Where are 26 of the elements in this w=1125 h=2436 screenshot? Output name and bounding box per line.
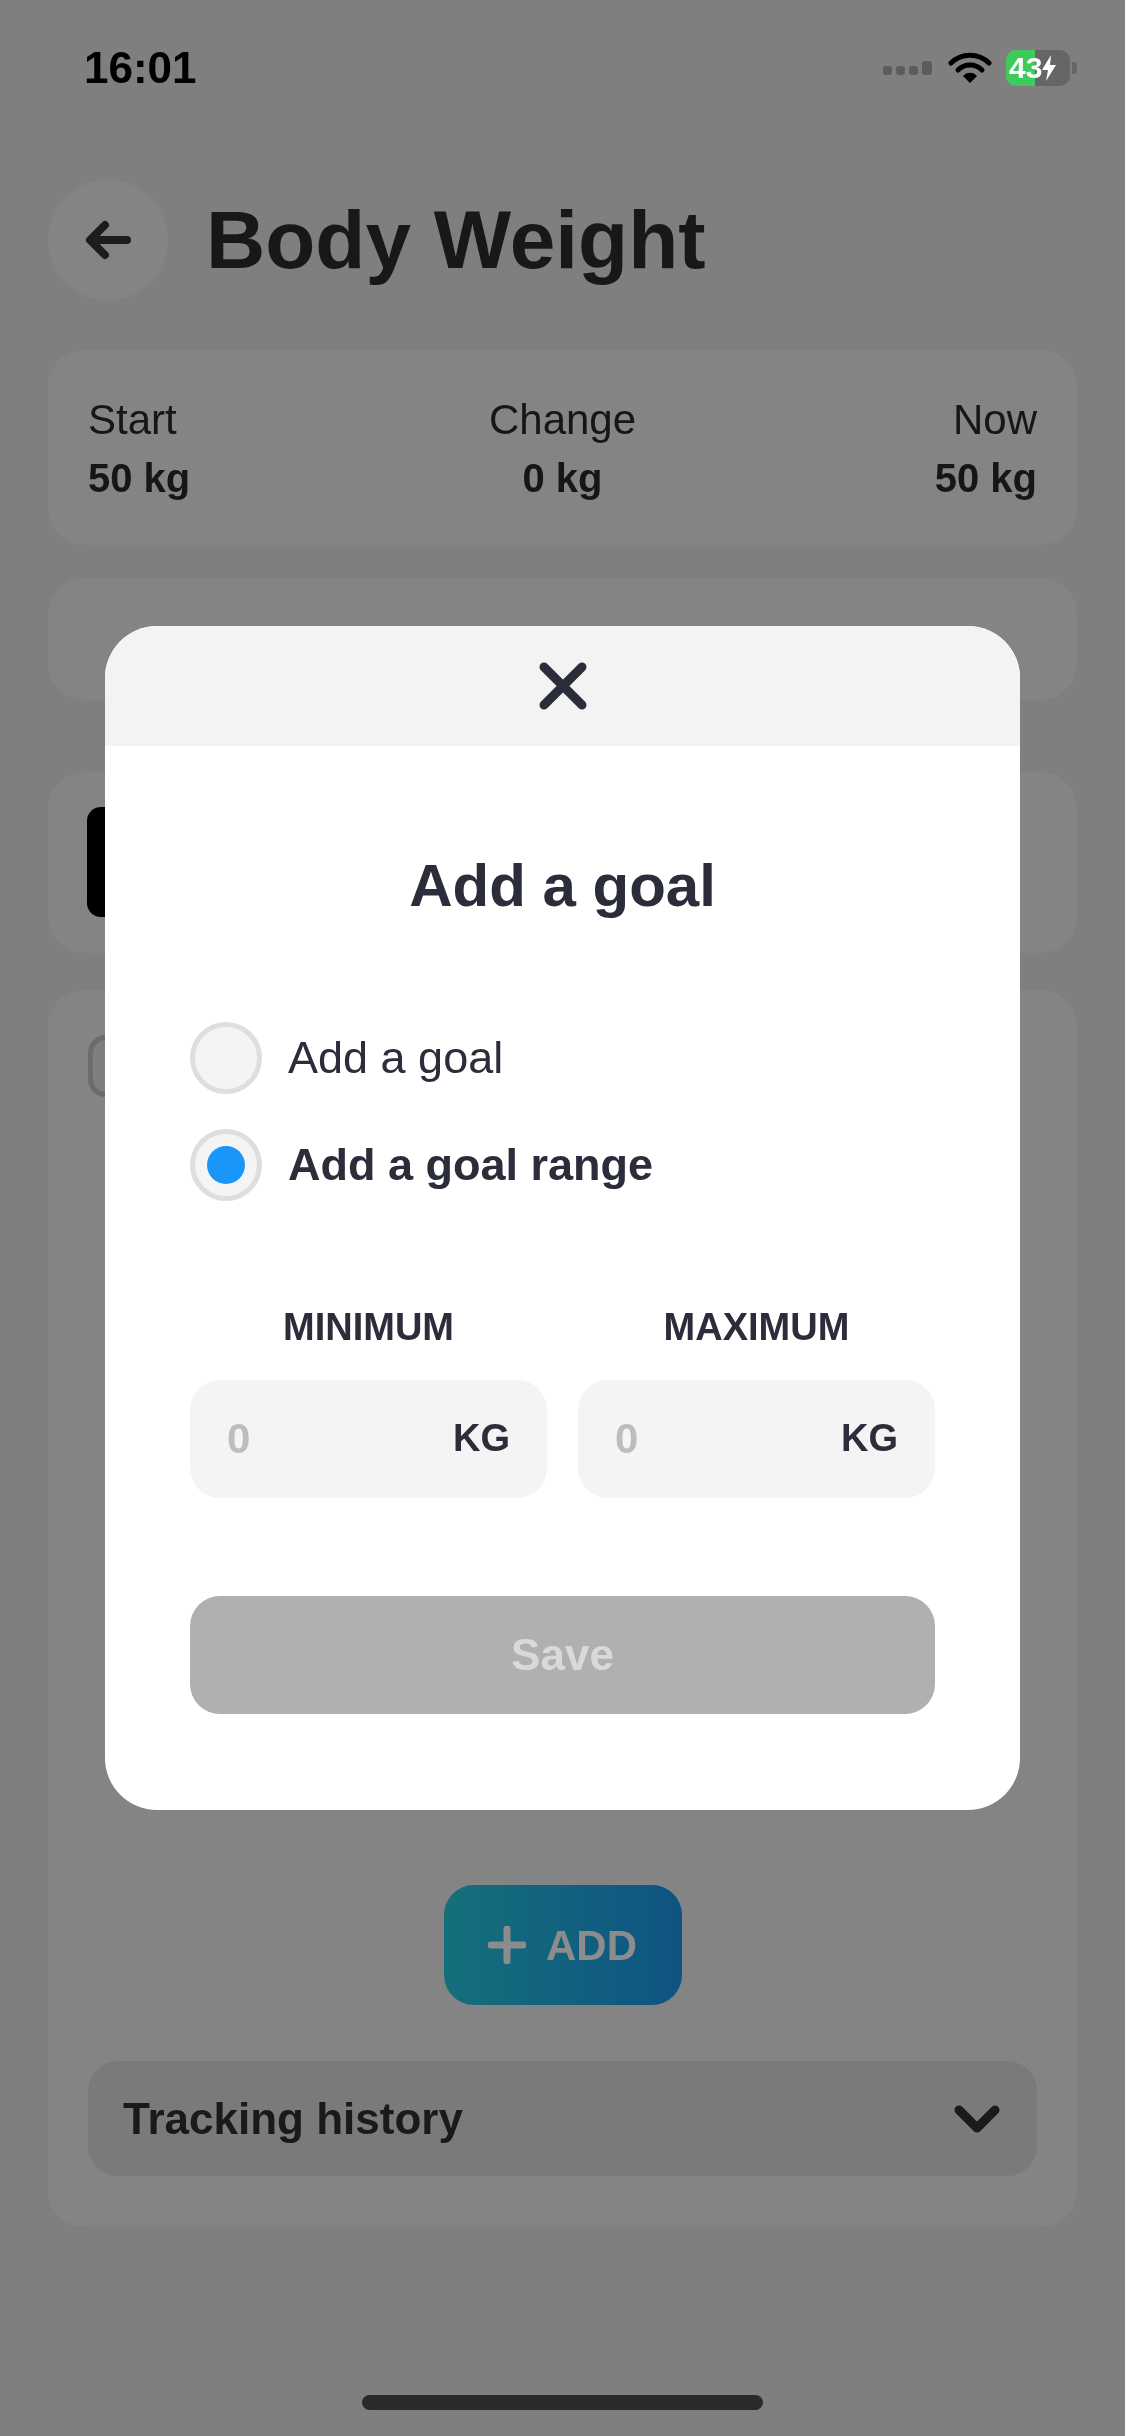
plus-icon [488, 1926, 526, 1964]
stat-label: Now [952, 396, 1037, 444]
stat-value: 50 kg [934, 455, 1037, 502]
radio-label[interactable]: Add a goal range [288, 1137, 654, 1193]
radio-label[interactable]: Add a goal [288, 1030, 504, 1086]
arrow-left-icon [85, 220, 131, 260]
battery-tip [1072, 62, 1077, 74]
status-time: 16:01 [84, 46, 197, 90]
bolt-icon [1042, 55, 1057, 81]
tracking-history-toggle[interactable]: Tracking history [88, 2061, 1037, 2176]
ring-icon [88, 1035, 106, 1097]
unit-label: KG [841, 1418, 898, 1460]
close-icon [537, 661, 588, 711]
wifi-icon [948, 52, 992, 84]
stat-label: Start [88, 396, 177, 444]
add-button[interactable]: ADD [443, 1885, 682, 2005]
field-label: MAXIMUM [663, 1305, 850, 1350]
unit-label: KG [453, 1418, 510, 1460]
stat-value: 50 kg [88, 455, 191, 502]
battery-level: 43 [1009, 53, 1043, 83]
stat-value: 0 kg [522, 455, 603, 502]
close-button[interactable] [537, 661, 588, 711]
stat-label: Change [488, 396, 637, 444]
signal-icon [883, 60, 934, 76]
modal-title: Add a goal [409, 851, 716, 921]
field-label: MINIMUM [283, 1305, 454, 1350]
